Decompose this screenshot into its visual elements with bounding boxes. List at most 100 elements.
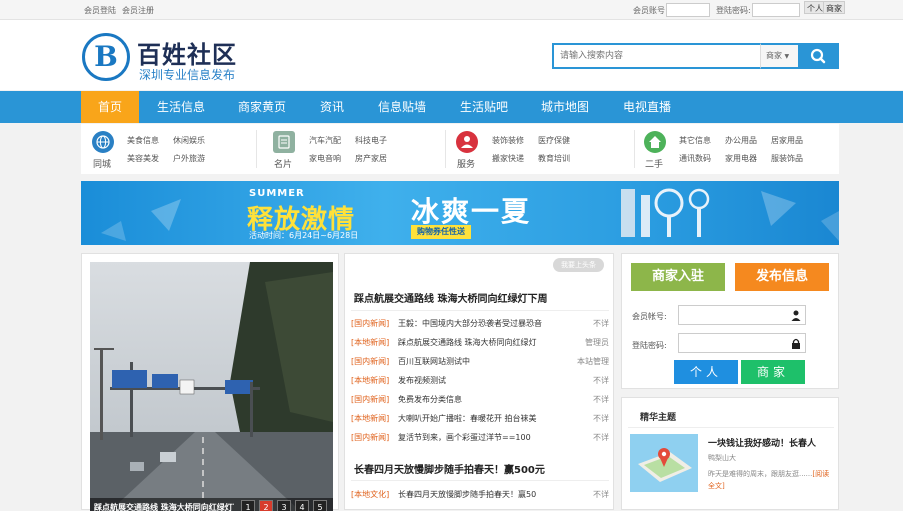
category-link[interactable]: 美容美发 — [127, 153, 159, 164]
main-nav: 首页 生活信息 商家黄页 资讯 信息贴墙 生活贴吧 城市地图 电视直播 — [0, 91, 903, 123]
news-title[interactable]: 百川互联网站测试中 — [398, 356, 470, 367]
slide-page-2[interactable]: 2 — [259, 500, 273, 511]
nav-tv-live[interactable]: 电视直播 — [611, 91, 683, 123]
search-input[interactable] — [552, 43, 760, 69]
category-name-card[interactable]: 名片 — [274, 157, 292, 170]
slideshow-photo[interactable]: 踩点航展交通路线 珠海大桥同向红绿灯下 1 2 3 4 5 — [90, 262, 333, 511]
featured-thumbnail[interactable] — [630, 434, 698, 492]
top-password-input[interactable] — [752, 3, 800, 17]
featured-author: 鸭梨山大 — [708, 454, 736, 462]
merchant-login-button[interactable]: 商家 — [741, 360, 805, 384]
news-title[interactable]: 复活节到来，画个彩蛋过洋节==100 — [398, 432, 531, 443]
password-input[interactable] — [678, 333, 806, 353]
category-link[interactable]: 汽车汽配 — [309, 135, 341, 146]
category-link[interactable]: 搬家快递 — [492, 153, 524, 164]
site-name[interactable]: 百姓社区 — [137, 35, 237, 70]
news-category[interactable]: [本地新闻] — [351, 413, 389, 424]
site-slogan: 深圳专业信息发布 — [139, 68, 236, 82]
news-author: 不详 — [593, 433, 609, 442]
top-account-label: 会员账号 — [633, 6, 665, 15]
top-bar: 会员登陆 会员注册 会员账号 登陆密码: 个人 商家 — [0, 0, 903, 20]
news-category[interactable]: [国内新闻] — [351, 394, 389, 405]
nav-city-map[interactable]: 城市地图 — [529, 91, 601, 123]
category-link[interactable]: 户外旅游 — [173, 153, 205, 164]
category-link[interactable]: 通讯数码 — [679, 153, 711, 164]
register-link[interactable]: 会员注册 — [122, 5, 154, 16]
logo-icon[interactable]: B — [82, 33, 130, 81]
divider — [351, 310, 609, 311]
nav-home[interactable]: 首页 — [81, 91, 139, 123]
nav-yellow-pages[interactable]: 商家黄页 — [226, 91, 298, 123]
search-type-select[interactable]: 商家 ▼ — [760, 43, 798, 69]
post-headline-button[interactable]: 我要上头条 — [553, 258, 604, 272]
news-headline[interactable]: 踩点航展交通路线 珠海大桥同向红绿灯下周 — [354, 290, 547, 305]
category-link[interactable]: 科技电子 — [355, 135, 387, 146]
category-name-local[interactable]: 同城 — [93, 157, 111, 170]
news-author: 不详 — [593, 319, 609, 328]
password-label: 登陆密码: — [632, 341, 667, 350]
category-link[interactable]: 家用电器 — [725, 153, 757, 164]
login-link[interactable]: 会员登陆 — [84, 5, 116, 16]
slide-page-3[interactable]: 3 — [277, 500, 291, 511]
nav-info-wall[interactable]: 信息贴墙 — [366, 91, 438, 123]
slideshow-panel: 踩点航展交通路线 珠海大桥同向红绿灯下 1 2 3 4 5 — [81, 253, 339, 511]
divider — [634, 130, 635, 168]
personal-login-button[interactable]: 个人 — [674, 360, 738, 384]
news-category[interactable]: [本地文化] — [351, 489, 389, 500]
category-link[interactable]: 其它信息 — [679, 135, 711, 146]
category-link[interactable]: 医疗保健 — [538, 135, 570, 146]
news-panel: 我要上头条 踩点航展交通路线 珠海大桥同向红绿灯下周 [国内新闻] 王毅：中国境… — [344, 253, 614, 510]
category-link[interactable]: 家电音响 — [309, 153, 341, 164]
category-link[interactable]: 居家用品 — [771, 135, 803, 146]
news-category[interactable]: [本地新闻] — [351, 375, 389, 386]
top-account-input[interactable] — [666, 3, 710, 17]
slide-page-4[interactable]: 4 — [295, 500, 309, 511]
news-author: 管理员 — [585, 338, 609, 347]
nav-forum[interactable]: 生活贴吧 — [448, 91, 520, 123]
news-author: 本站管理 — [577, 357, 609, 366]
service-icon[interactable] — [456, 131, 478, 153]
banner-date: 活动时间：6月24日~6月28日 — [249, 231, 359, 240]
news-headline[interactable]: 长春四月天放慢脚步随手拍春天！赢500元 — [354, 461, 545, 476]
news-category[interactable]: [国内新闻] — [351, 432, 389, 443]
category-link[interactable]: 教育培训 — [538, 153, 570, 164]
card-icon[interactable] — [273, 131, 295, 153]
news-author: 不详 — [593, 376, 609, 385]
news-author: 不详 — [593, 395, 609, 404]
search-button[interactable] — [798, 43, 839, 69]
news-category[interactable]: [国内新闻] — [351, 356, 389, 367]
banner-summer: SUMMER — [249, 188, 305, 199]
category-link[interactable]: 美食信息 — [127, 135, 159, 146]
category-name-secondhand[interactable]: 二手 — [645, 157, 663, 170]
news-title[interactable]: 王毅：中国境内大部分恐袭者受过暴恐音 — [398, 318, 542, 329]
nav-life-info[interactable]: 生活信息 — [145, 91, 217, 123]
slide-page-5[interactable]: 5 — [313, 500, 327, 511]
featured-panel: 精华主题 一块钱让我好感动！长春人 鸭梨山大 昨天是难得的周末，跟朋友逛....… — [621, 397, 839, 510]
news-title[interactable]: 免费发布分类信息 — [398, 394, 462, 405]
nav-news[interactable]: 资讯 — [307, 91, 357, 123]
slide-page-1[interactable]: 1 — [241, 500, 255, 511]
news-category[interactable]: [本地新闻] — [351, 337, 389, 348]
news-author: 不详 — [593, 414, 609, 423]
category-link[interactable]: 房产家居 — [355, 153, 387, 164]
featured-item-title[interactable]: 一块钱让我好感动！长春人 — [708, 436, 816, 449]
news-title[interactable]: 踩点航展交通路线 珠海大桥同向红绿灯 — [398, 337, 537, 348]
news-author: 不详 — [593, 490, 609, 499]
category-link[interactable]: 装饰装修 — [492, 135, 524, 146]
category-link[interactable]: 休闲娱乐 — [173, 135, 205, 146]
news-title[interactable]: 大喇叭开始广播啦：春暖花开 拍台袜美 — [398, 413, 537, 424]
category-link[interactable]: 办公用品 — [725, 135, 757, 146]
post-info-button[interactable]: 发布信息 — [735, 263, 829, 291]
news-title[interactable]: 长春四月天放慢脚步随手拍春天！赢50 — [398, 489, 536, 500]
globe-icon[interactable] — [92, 131, 114, 153]
top-merchant-button[interactable]: 商家 — [823, 1, 845, 14]
merchant-join-button[interactable]: 商家入驻 — [631, 263, 725, 291]
category-link[interactable]: 服装饰品 — [771, 153, 803, 164]
news-category[interactable]: [国内新闻] — [351, 318, 389, 329]
category-name-service[interactable]: 服务 — [457, 157, 475, 170]
house-icon[interactable] — [644, 131, 666, 153]
top-password-label: 登陆密码: — [716, 6, 751, 15]
account-input[interactable] — [678, 305, 806, 325]
news-title[interactable]: 发布视频测试 — [398, 375, 446, 386]
promo-banner[interactable]: SUMMER 释放激情 冰爽一夏 活动时间：6月24日~6月28日 购物券任性送 — [81, 181, 839, 245]
